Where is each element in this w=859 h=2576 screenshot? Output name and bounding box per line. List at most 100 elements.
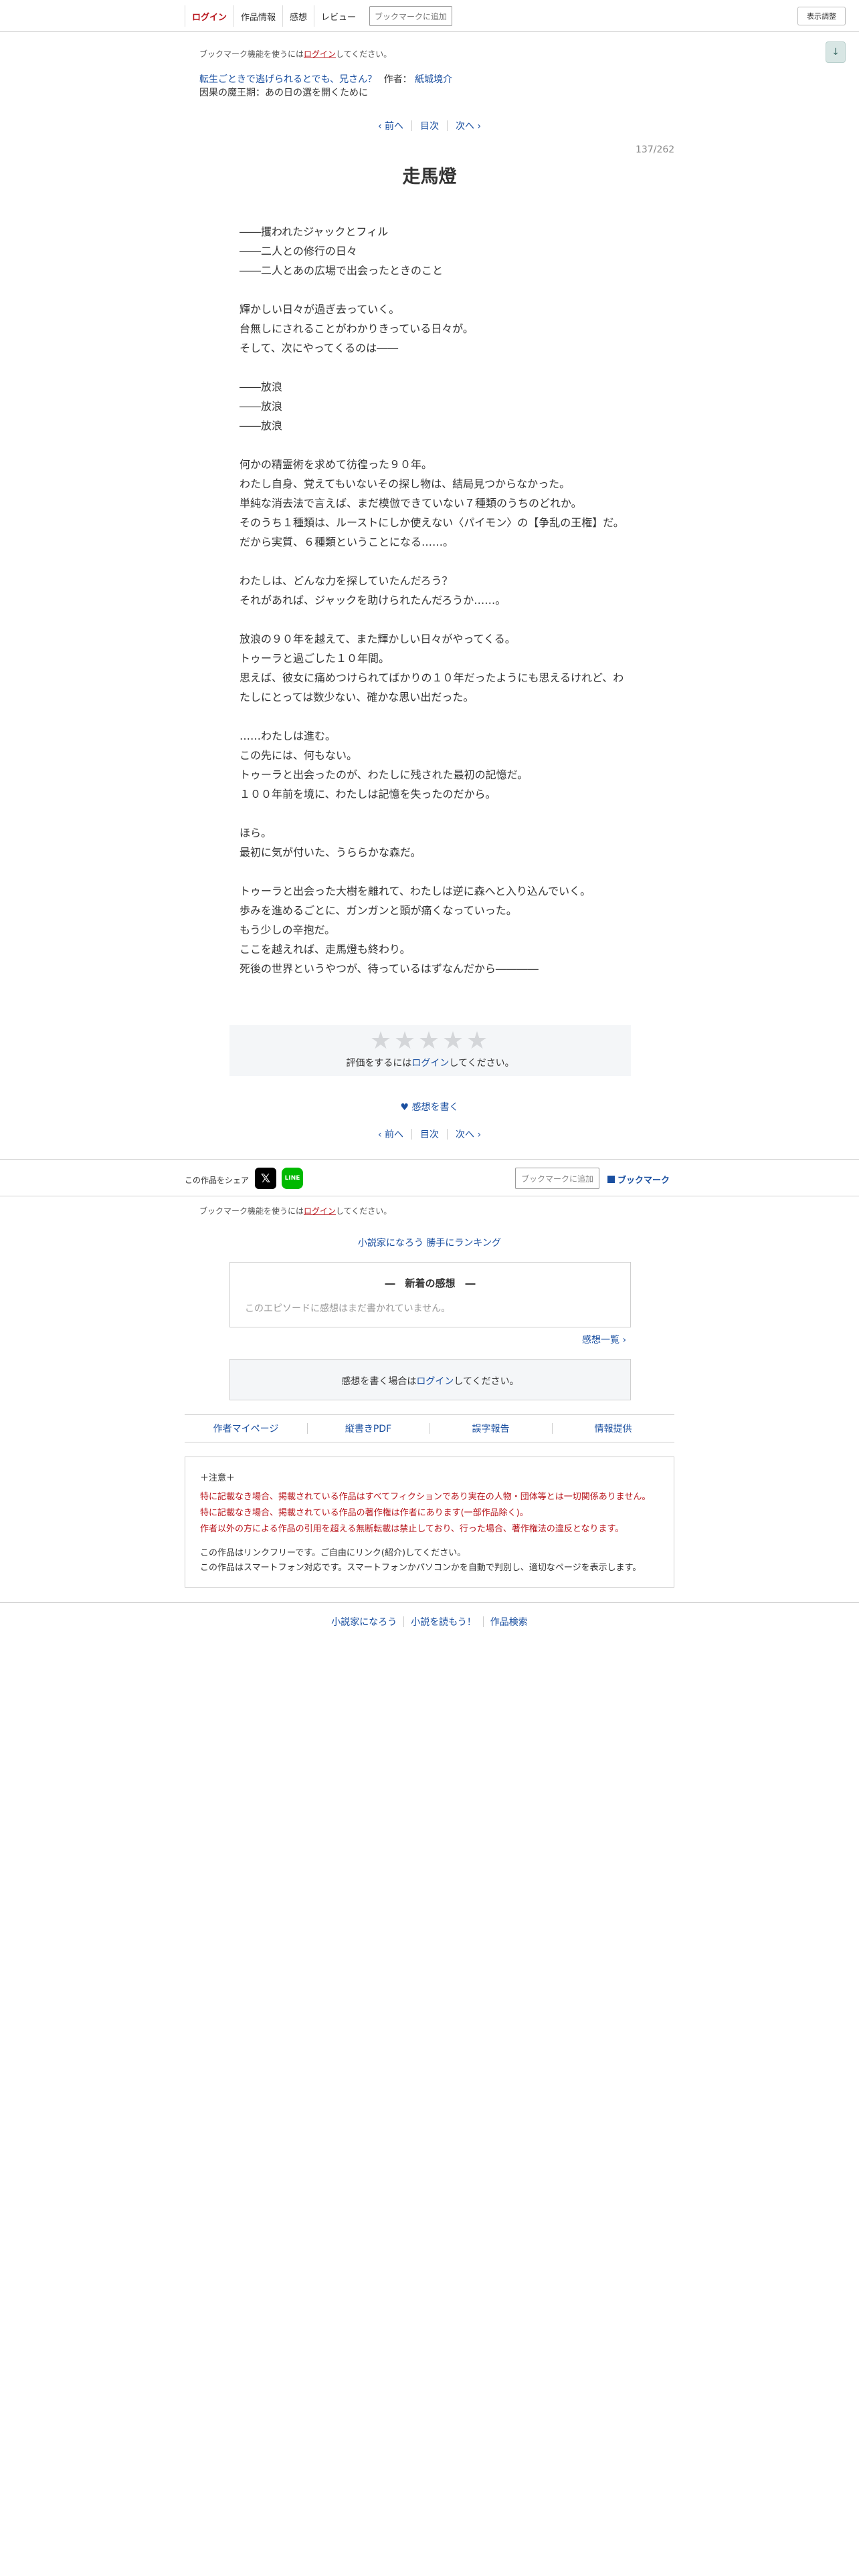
body-paragraph: ――攫われたジャックとフィル (240, 225, 389, 238)
rating-star-icon[interactable]: ★ (369, 1029, 393, 1053)
body-paragraph: ――放浪 (240, 419, 283, 432)
notice-line: この作品はスマートフォン対応です。スマートフォンかパソコンかを自動で判別し、適切… (200, 1563, 642, 1573)
bookmark-notice-login-link[interactable]: ログイン (304, 1206, 336, 1216)
line-share-icon[interactable]: LINE (282, 1168, 303, 1189)
rating-star-icon[interactable]: ★ (441, 1029, 465, 1053)
rating-login-link[interactable]: ログイン (411, 1058, 449, 1069)
top-navigation-bar: ログイン 作品情報 感想 レビュー ブックマークに追加 表示調整 (0, 0, 859, 32)
no-impressions-text: このエピソードに感想はまだ書かれていません。 (245, 1303, 451, 1314)
body-paragraph: 思えば、彼女に痛めつけられてばかりの１０年だったようにも思えるけれど、わたしにと… (240, 671, 624, 704)
body-paragraph: そのうち１種類は、ルーストにしか使えない〈パイモン〉の【争乱の王権】だ。 (240, 516, 624, 529)
body-paragraph: トゥーラと過ごした１０年間。 (240, 652, 390, 665)
body-paragraph: 放浪の９０年を越えて、また輝かしい日々がやってくる。 (240, 633, 516, 645)
share-label: この作品をシェア (185, 1176, 250, 1185)
rating-star-icon[interactable]: ★ (465, 1029, 489, 1053)
impressions-link[interactable]: 感想 (283, 5, 315, 27)
bookmark-add-button-bottom[interactable]: ブックマークに追加 (515, 1168, 599, 1189)
notice-red-line: 作者以外の方による作品の引用を超える無断転載は禁止しており、行った場合、著作権法… (200, 1524, 624, 1534)
work-info-link[interactable]: 作品情報 (234, 5, 284, 27)
body-paragraph: 単純な消去法で言えば、まだ模倣できていない７種類のうちのどれか。 (240, 497, 582, 510)
review-link[interactable]: レビュー (314, 5, 363, 27)
rating-star-icon[interactable]: ★ (417, 1029, 441, 1053)
footer-yomou-link[interactable]: 小説を読もう！ (404, 1615, 483, 1628)
typo-report-link[interactable]: 誤字報告 (430, 1422, 552, 1435)
body-paragraph: それがあれば、ジャックを助けられたんだろうか……。 (240, 594, 506, 607)
body-paragraph: わたし自身、覚えてもいないその探し物は、結局見つからなかった。 (240, 477, 571, 490)
body-paragraph: ほら。 (240, 827, 272, 839)
body-paragraph: もう少しの辛抱だ。 (240, 924, 336, 936)
toc-link[interactable]: 目次 (412, 1128, 447, 1141)
bookmark-login-notice-bottom: ブックマーク機能を使うにはログインしてください。 (199, 1206, 392, 1216)
episode-title: 走馬燈 (402, 167, 457, 187)
impression-list-link[interactable]: 感想一覧 › (582, 1333, 626, 1346)
notice-red-line: 特に記載なき場合、掲載されている作品の著作権は作者にあります(一部作品除く)。 (200, 1508, 529, 1518)
author-label: 作者： (383, 74, 412, 85)
body-paragraph: １００年前を境に、わたしは記憶を失ったのだから。 (240, 788, 496, 800)
body-paragraph: ……わたしは進む。 (240, 730, 337, 742)
ranking-link[interactable]: 小説家になろう 勝手にランキング (0, 1236, 859, 1249)
footer-narou-link[interactable]: 小説家になろう (324, 1615, 403, 1628)
impression-login-link[interactable]: ログイン (416, 1376, 454, 1387)
body-paragraph: だから実質、６種類ということになる……。 (240, 536, 454, 548)
body-paragraph: 何かの精霊術を求めて彷徨った９０年。 (240, 458, 433, 471)
latest-impressions-title: ― 新着の感想 ― (385, 1277, 476, 1289)
scroll-down-icon[interactable]: ↓ (826, 41, 846, 63)
toc-link[interactable]: 目次 (412, 119, 447, 132)
pager-top: ‹ 前へ 目次 次へ › (0, 119, 859, 132)
footer-search-link[interactable]: 作品検索 (484, 1615, 535, 1628)
prev-episode-link[interactable]: ‹ 前へ (370, 119, 411, 132)
vertical-pdf-link[interactable]: 縦書きPDF (307, 1422, 430, 1435)
impression-login-notice: 感想を書く場合はログインしてください。 (341, 1376, 519, 1387)
body-paragraph: トゥーラと出会った大樹を離れて、わたしは逆に森へと入り込んでいく。 (240, 885, 591, 897)
bookmark-login-notice: ブックマーク機能を使うにはログインしてください。 (199, 49, 392, 59)
series-info: 転生ごときで逃げられるとでも、兄さん？ 作者： 紙城境介 (199, 72, 452, 86)
site-footer: 小説家になろう 小説を読もう！ 作品検索 (0, 1602, 859, 1640)
notice-heading: ＋注意＋ (200, 1473, 235, 1483)
info-provide-link[interactable]: 情報提供 (552, 1422, 674, 1435)
login-link[interactable]: ログイン (185, 5, 235, 27)
x-share-icon[interactable]: 𝕏 (255, 1168, 276, 1189)
bookmark-link[interactable]: ブックマーク (607, 1173, 670, 1186)
episode-number: 137/262 (636, 144, 675, 155)
rating-star-icon[interactable]: ★ (393, 1029, 417, 1053)
body-paragraph: ――二人との修行の日々 (240, 245, 357, 257)
body-paragraph: 歩みを進めるごとに、ガンガンと頭が痛くなっていった。 (240, 904, 517, 917)
rating-box: ★ ★ ★ ★ ★ 評価をするにはログインしてください。 (229, 1025, 631, 1076)
body-paragraph: 死後の世界というやつが、待っているはずなんだから―――― (240, 962, 539, 975)
episode-body: ――攫われたジャックとフィル ――二人との修行の日々 ――二人とあの広場で出会ったと… (240, 222, 628, 978)
impression-login-box: 感想を書く場合はログインしてください。 (229, 1359, 631, 1400)
body-paragraph: ――放浪 (240, 400, 283, 413)
author-link[interactable]: 紙城境介 (415, 74, 452, 85)
bookmark-add-button[interactable]: ブックマークに追加 (369, 6, 453, 26)
body-paragraph: わたしは、どんな力を探していたんだろう？ (240, 574, 453, 587)
notice-line: この作品はリンクフリーです。ご自由にリンク(紹介)してください。 (200, 1548, 466, 1558)
next-episode-link[interactable]: 次へ › (448, 119, 489, 132)
share-bar: この作品をシェア 𝕏 LINE ブックマークに追加 ブックマーク (0, 1159, 859, 1196)
bookmark-icon (607, 1176, 615, 1183)
bookmark-notice-login-link[interactable]: ログイン (304, 49, 336, 59)
body-paragraph: ――二人とあの広場で出会ったときのこと (240, 264, 444, 277)
body-paragraph: そして、次にやってくるのは―― (240, 342, 399, 354)
body-paragraph: 台無しにされることがわかりきっている日々が。 (240, 322, 474, 335)
rating-stars: ★ ★ ★ ★ ★ (369, 1029, 489, 1053)
body-paragraph: この先には、何もない。 (240, 749, 358, 762)
display-adjust-button[interactable]: 表示調整 (797, 7, 846, 25)
body-paragraph: 最初に気が付いた、うららかな森だ。 (240, 846, 421, 859)
rating-login-notice: 評価をするにはログインしてください。 (346, 1058, 514, 1069)
write-impression-link[interactable]: ♥ 感想を書く (0, 1100, 859, 1113)
notice-box: ＋注意＋ 特に記載なき場合、掲載されている作品はすべてフィクションであり実在の人… (185, 1457, 674, 1588)
series-title-link[interactable]: 転生ごときで逃げられるとでも、兄さん？ (199, 74, 377, 85)
chapter-title: 因果の魔王期：あの日の選を開くために (199, 88, 368, 98)
latest-impressions-box: ― 新着の感想 ― このエピソードに感想はまだ書かれていません。 (229, 1262, 631, 1327)
prev-episode-link[interactable]: ‹ 前へ (370, 1128, 411, 1141)
top-nav-items: ログイン 作品情報 感想 レビュー ブックマークに追加 (185, 5, 453, 27)
next-episode-link[interactable]: 次へ › (448, 1128, 489, 1141)
author-mypage-link[interactable]: 作者マイページ (185, 1422, 307, 1435)
body-paragraph: トゥーラと出会ったのが、わたしに残された最初の記憶だ。 (240, 768, 529, 781)
